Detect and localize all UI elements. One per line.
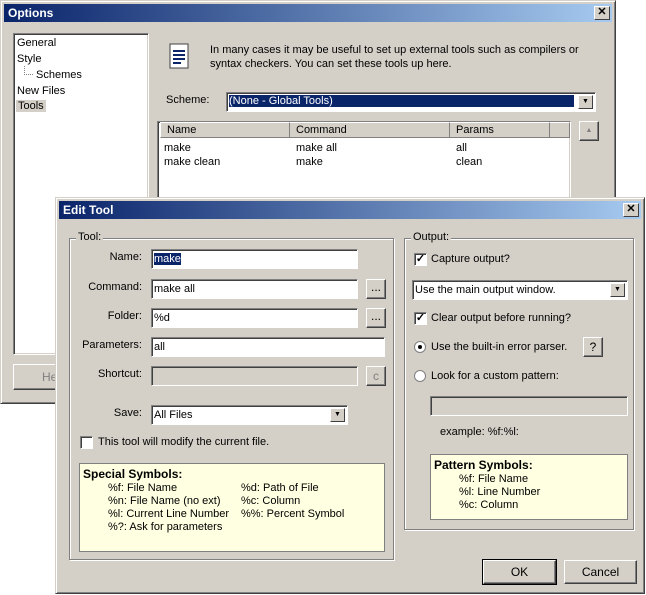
column-params-label: Params	[456, 124, 494, 136]
options-title: Options	[8, 6, 54, 20]
help-icon: ?	[589, 340, 597, 354]
modify-file-checkbox[interactable]	[80, 436, 93, 449]
output-group: Output: ✓ Capture output? Use the main o…	[404, 231, 634, 530]
column-command-label: Command	[296, 124, 347, 136]
special-symbol-item: %d: Path of File	[241, 482, 319, 494]
options-close-button[interactable]: ✕	[594, 6, 610, 20]
special-symbols-title: Special Symbols:	[83, 467, 183, 481]
cancel-button[interactable]: Cancel	[564, 560, 637, 584]
parameters-value: all	[154, 341, 166, 353]
tree-connector	[24, 66, 33, 75]
table-row[interactable]: make make all all	[160, 142, 560, 156]
browse-label: ...	[370, 309, 381, 323]
row-cell-command: make	[296, 156, 323, 168]
scheme-dropdown[interactable]: (None - Global Tools) ▼	[226, 92, 596, 112]
special-symbol-item: %n: File Name (no ext)	[108, 495, 221, 507]
tool-group-label: Tool:	[76, 231, 104, 243]
name-value: make	[154, 253, 181, 265]
command-browse-button[interactable]: ...	[366, 279, 386, 299]
pattern-symbols-panel: Pattern Symbols: %f: File Name %l: Line …	[430, 454, 628, 520]
capture-output-label: Capture output?	[431, 253, 510, 265]
chevron-down-icon[interactable]: ▼	[610, 283, 625, 297]
clear-label: c	[373, 369, 379, 383]
save-value: All Files	[154, 409, 193, 421]
special-symbol-item: %c: Column	[241, 495, 301, 507]
parameters-field[interactable]: all	[151, 337, 385, 357]
chevron-up-icon: ▲	[585, 127, 593, 134]
special-symbol-item: %l: Current Line Number	[108, 508, 230, 520]
output-window-dropdown[interactable]: Use the main output window. ▼	[412, 280, 628, 300]
row-cell-command: make all	[296, 142, 337, 154]
modify-file-label: This tool will modify the current file.	[98, 436, 270, 448]
edit-tool-titlebar[interactable]: Edit Tool ✕	[59, 201, 641, 219]
command-label: Command:	[88, 281, 142, 293]
custom-pattern-label: Look for a custom pattern:	[431, 370, 559, 382]
column-header-params[interactable]: Params	[450, 122, 550, 138]
folder-browse-button[interactable]: ...	[366, 308, 386, 328]
pattern-example: example: %f:%l:	[440, 426, 519, 438]
special-symbol-item: %?: Ask for parameters	[108, 521, 223, 533]
row-cell-params: clean	[456, 156, 483, 168]
column-name-label: Name	[167, 124, 197, 136]
capture-output-checkbox[interactable]: ✓	[414, 253, 427, 266]
pattern-symbol-item: %l: Line Number	[459, 486, 541, 498]
ok-label: OK	[510, 565, 529, 579]
table-row[interactable]: make clean make clean	[160, 156, 560, 170]
pattern-symbol-item: %c: Column	[459, 499, 519, 511]
column-header-command[interactable]: Command	[290, 122, 450, 138]
clear-output-label: Clear output before running?	[431, 312, 572, 324]
pattern-symbol-item: %f: File Name	[459, 473, 529, 485]
tree-item-tools[interactable]: Tools	[16, 100, 46, 112]
name-field[interactable]: make	[151, 249, 358, 269]
row-cell-params: all	[456, 142, 468, 154]
shortcut-label: Shortcut:	[97, 368, 142, 380]
column-header-filler	[550, 122, 570, 138]
document-icon	[169, 43, 189, 69]
tree-item-new-files[interactable]: New Files	[17, 85, 65, 97]
move-up-button[interactable]: ▲	[579, 121, 599, 141]
command-field[interactable]: make all	[151, 279, 358, 299]
output-group-label: Output:	[411, 231, 452, 243]
custom-pattern-radio[interactable]	[414, 370, 426, 382]
folder-label: Folder:	[107, 310, 142, 322]
options-titlebar[interactable]: Options ✕	[4, 4, 612, 22]
clear-output-checkbox[interactable]: ✓	[414, 312, 427, 325]
save-dropdown[interactable]: All Files ▼	[151, 405, 348, 425]
edit-tool-title: Edit Tool	[63, 203, 114, 217]
output-window-value: Use the main output window.	[415, 284, 556, 296]
edit-tool-close-button[interactable]: ✕	[623, 203, 639, 217]
tree-item-general[interactable]: General	[17, 37, 56, 49]
ok-button[interactable]: OK	[483, 560, 556, 584]
shortcut-clear-button: c	[366, 366, 386, 386]
browse-label: ...	[370, 280, 381, 294]
tree-item-schemes[interactable]: Schemes	[36, 69, 82, 81]
row-cell-name: make	[164, 142, 191, 154]
folder-field[interactable]: %d	[151, 308, 358, 328]
custom-pattern-field	[430, 396, 628, 416]
folder-value: %d	[154, 312, 170, 324]
scheme-label: Scheme:	[166, 94, 210, 106]
special-symbols-panel: Special Symbols: %f: File Name %n: File …	[79, 463, 385, 552]
special-symbol-item: %f: File Name	[108, 482, 178, 494]
builtin-parser-radio[interactable]	[414, 341, 426, 353]
shortcut-field	[151, 366, 358, 386]
edit-tool-dialog: Edit Tool ✕ Tool: Name: make Command: ma…	[55, 197, 645, 594]
builtin-parser-label: Use the built-in error parser.	[431, 341, 568, 353]
parameters-label: Parameters:	[82, 339, 142, 351]
parser-help-button[interactable]: ?	[583, 337, 603, 357]
chevron-down-icon[interactable]: ▼	[330, 408, 345, 422]
pattern-symbols-title: Pattern Symbols:	[434, 458, 533, 472]
options-info-text: In many cases it may be useful to set up…	[210, 44, 579, 70]
command-value: make all	[154, 283, 195, 295]
row-cell-name: make clean	[164, 156, 221, 168]
special-symbol-item: %%: Percent Symbol	[241, 508, 345, 520]
column-header-name[interactable]: Name	[160, 122, 290, 138]
tool-group: Tool: Name: make Command: make all ... F…	[69, 231, 394, 560]
name-label: Name:	[109, 251, 142, 263]
chevron-down-icon[interactable]: ▼	[578, 95, 593, 109]
scheme-value: (None - Global Tools)	[228, 94, 575, 108]
cancel-label: Cancel	[581, 565, 620, 579]
tree-item-style[interactable]: Style	[17, 53, 41, 65]
save-label: Save:	[113, 407, 142, 419]
